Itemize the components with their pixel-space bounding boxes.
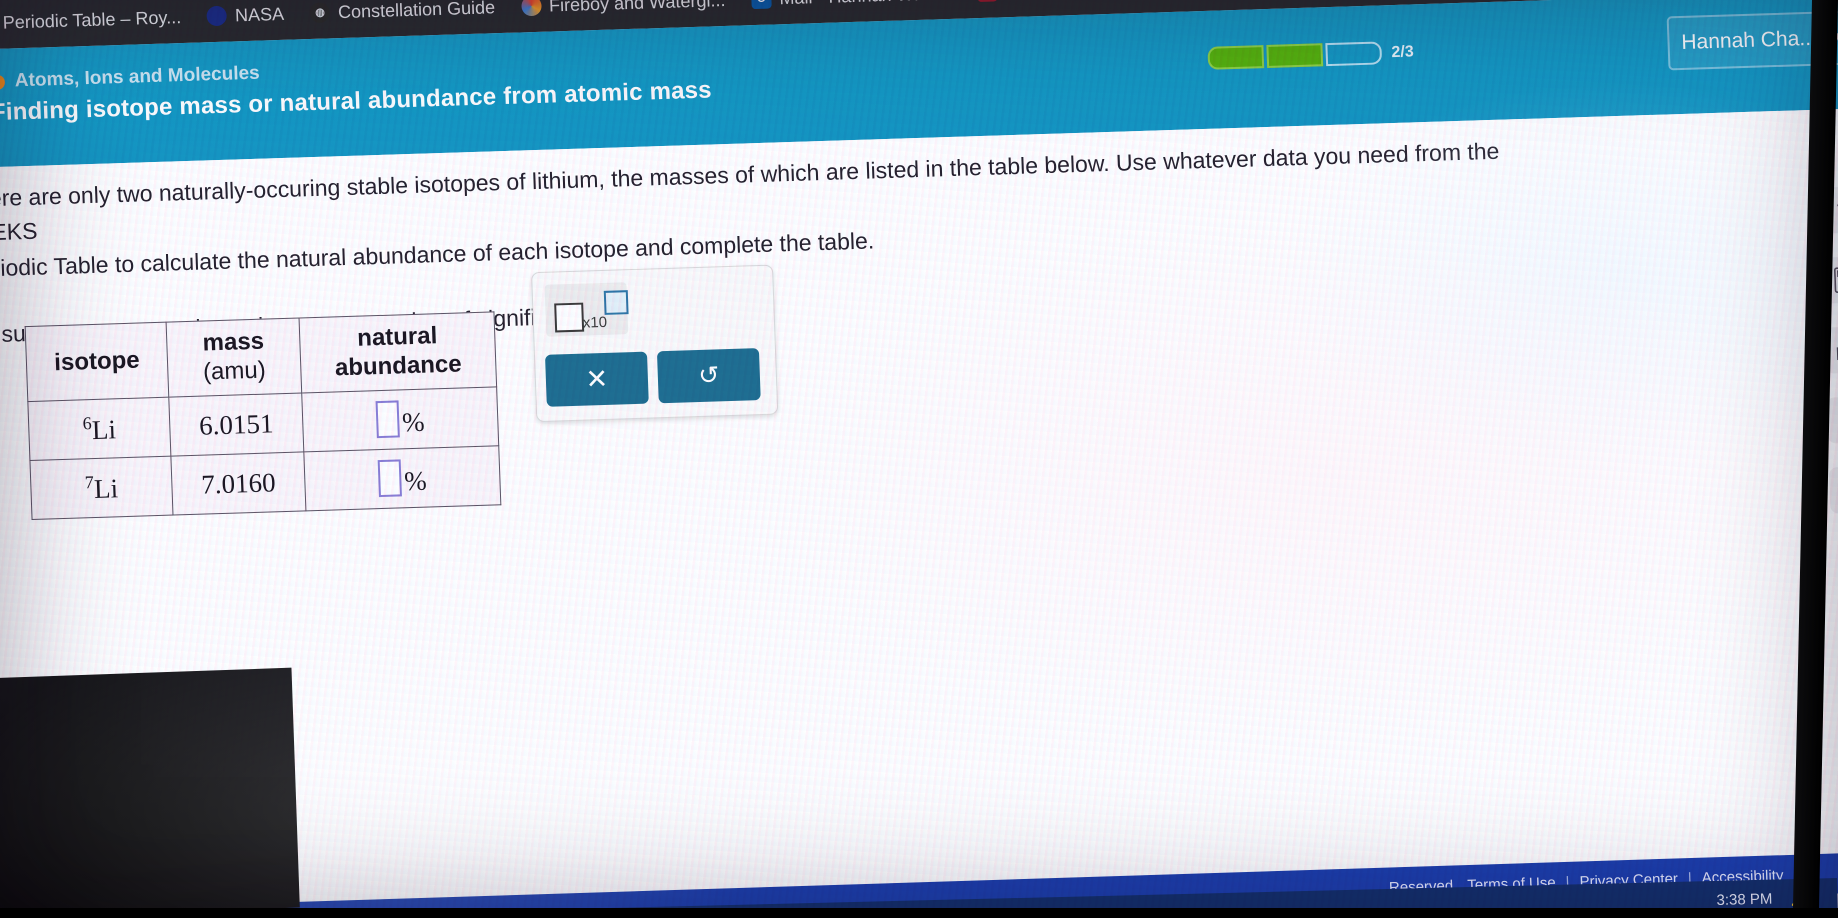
bookmark-home-page-union[interactable]: U Home Page - Union... [964, 0, 1192, 3]
exponent-placeholder-icon [603, 290, 629, 315]
answer-tool-palette: x10 ✕ ↺ [531, 264, 779, 423]
abundance-input[interactable] [377, 459, 402, 498]
desk-background [0, 667, 300, 918]
column-header-mass-line2: (amu) [202, 356, 267, 386]
percent-unit: % [403, 465, 428, 497]
abundance-cell[interactable]: % [303, 445, 501, 511]
element-symbol: Li [91, 413, 117, 445]
progress-segment [1325, 41, 1382, 67]
isotope-cell: 7Li [29, 456, 173, 520]
scientific-notation-button[interactable]: x10 [544, 282, 629, 337]
mantissa-placeholder-icon [554, 302, 585, 333]
topic-breadcrumb: Atoms, Ions and Molecules [0, 63, 260, 93]
bookmark-label: Constellation Guide [337, 0, 496, 22]
topic-label: Atoms, Ions and Molecules [14, 62, 261, 92]
monitor-screen: www.awalsh.aleks.com/alekscgi/... Period… [0, 0, 1838, 918]
game-icon [520, 0, 542, 17]
bookmark-label: Periodic Table – Roy... [2, 6, 182, 33]
undo-button[interactable]: ↺ [656, 348, 761, 404]
topic-status-dot [0, 74, 6, 90]
user-name-label: Hannah Cha... [1680, 26, 1818, 54]
union-icon: U [977, 0, 999, 3]
taskbar-clock[interactable]: 3:38 PM [1716, 890, 1773, 910]
isotope-table: isotope mass (amu) natural abundance 6Li… [24, 311, 502, 521]
bookmark-label: Fireboy and Watergi... [548, 0, 726, 16]
times-ten-label: x10 [582, 313, 608, 332]
element-symbol: Li [93, 472, 119, 504]
nasa-icon [206, 5, 228, 27]
bookmark-constellation-guide[interactable]: ◍ Constellation Guide [297, 0, 509, 24]
bookmark-label: Home Page - Union... [1005, 0, 1179, 2]
abundance-cell[interactable]: % [301, 386, 499, 452]
column-header-abundance-line2: abundance [334, 350, 463, 382]
reference-table-icon[interactable] [1828, 466, 1838, 514]
bookmark-label: Mail - Hannah Wats... [779, 0, 952, 9]
globe-icon: ◍ [309, 2, 331, 24]
mass-cell: 6.0151 [168, 392, 304, 457]
clear-button[interactable]: ✕ [544, 351, 649, 407]
column-header-mass: mass (amu) [166, 318, 302, 398]
column-header-mass-line1: mass [202, 327, 265, 357]
monitor-bezel-bottom [0, 908, 1838, 918]
bookmark-fireboy-watergirl[interactable]: Fireboy and Watergi... [508, 0, 739, 17]
mass-cell: 7.0160 [170, 451, 306, 516]
bookmark-mail[interactable]: O Mail - Hannah Wats... [738, 0, 965, 10]
progress-count: 2/3 [1391, 42, 1415, 61]
bookmark-nasa[interactable]: NASA [194, 3, 298, 27]
progress-bar [1207, 41, 1382, 70]
progress-indicator: 2/3 [1207, 40, 1415, 70]
progress-segment [1266, 43, 1323, 68]
outlook-icon: O [751, 0, 772, 10]
abundance-input[interactable] [375, 400, 400, 439]
bookmark-label: NASA [234, 3, 285, 25]
column-header-abundance: natural abundance [299, 311, 497, 393]
progress-segment [1207, 45, 1264, 70]
bookmark-periodic-table[interactable]: Periodic Table – Roy... [0, 6, 194, 34]
percent-unit: % [401, 406, 426, 438]
isotope-cell: 6Li [27, 397, 171, 461]
clock-time: 3:38 PM [1716, 890, 1773, 910]
column-header-isotope: isotope [25, 322, 169, 402]
